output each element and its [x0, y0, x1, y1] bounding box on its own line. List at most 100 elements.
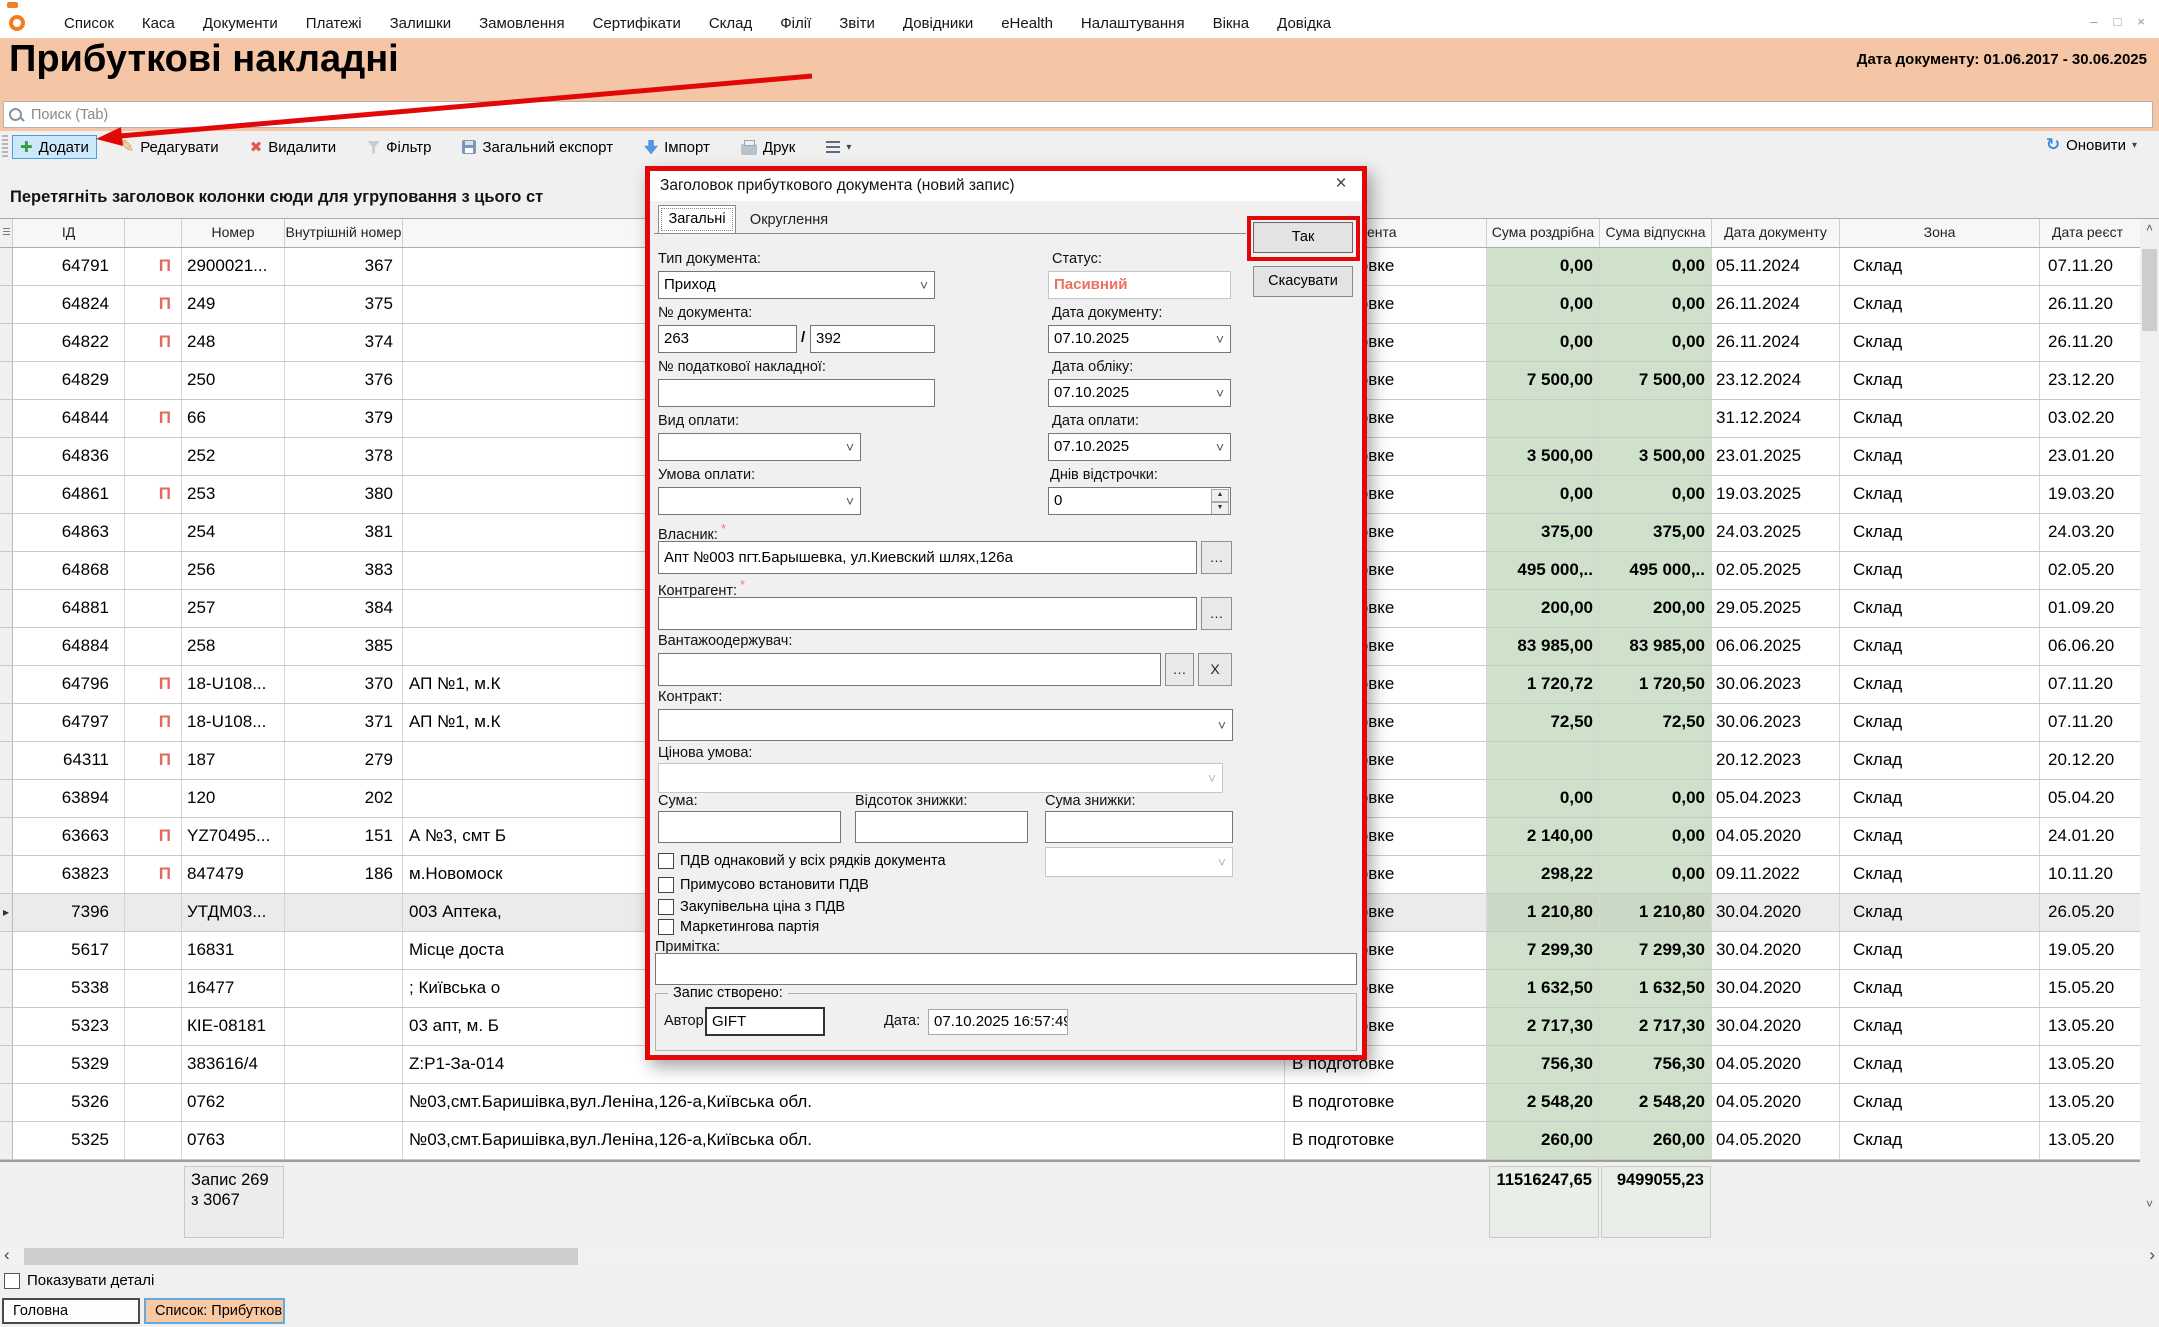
- account-date-select[interactable]: 07.10.2025˅: [1048, 379, 1231, 407]
- toolbar-button-Додати[interactable]: Додати: [12, 135, 97, 159]
- pay-kind-select[interactable]: ˅: [658, 433, 861, 461]
- refresh-button[interactable]: Оновити ▾: [2046, 135, 2137, 155]
- tab-separator: [654, 233, 1246, 234]
- chevron-down-icon[interactable]: ▾: [2132, 140, 2137, 151]
- search-input[interactable]: Поиск (Tab): [3, 101, 2153, 128]
- contract-select[interactable]: ˅: [658, 709, 1233, 741]
- cancel-button[interactable]: Скасувати: [1253, 266, 1353, 297]
- dialog-titlebar[interactable]: Заголовок прибуткового документа (новий …: [650, 171, 1362, 201]
- discount-sum-input[interactable]: [1045, 811, 1233, 843]
- cell-retail: 2 140,00: [1487, 818, 1600, 855]
- menu-item-3[interactable]: Платежі: [306, 15, 362, 32]
- pay-date-select[interactable]: 07.10.2025˅: [1048, 433, 1231, 461]
- owner-browse-button[interactable]: …: [1201, 541, 1232, 574]
- menu-item-1[interactable]: Каса: [142, 15, 175, 32]
- minimize-button[interactable]: –: [2090, 14, 2097, 29]
- menu-item-8[interactable]: Філії: [780, 15, 811, 32]
- column-header-9[interactable]: Дата документу: [1712, 219, 1840, 247]
- vertical-scrollbar[interactable]: ˄ ˅: [2140, 219, 2159, 1243]
- doc-type-select[interactable]: Приход˅: [658, 271, 935, 299]
- vat-force-checkbox[interactable]: [658, 877, 674, 893]
- discount-percent-input[interactable]: [855, 811, 1028, 843]
- contragent-input[interactable]: [658, 597, 1197, 630]
- contragent-browse-button[interactable]: …: [1201, 597, 1232, 630]
- menu-item-12[interactable]: Налаштування: [1081, 15, 1185, 32]
- menu-item-6[interactable]: Сертифікати: [593, 15, 681, 32]
- pay-term-select[interactable]: ˅: [658, 487, 861, 515]
- show-details-checkbox[interactable]: [4, 1273, 20, 1289]
- column-header-3[interactable]: Номер: [182, 219, 285, 247]
- menu-item-14[interactable]: Довідка: [1277, 15, 1331, 32]
- spin-down-icon[interactable]: ▼: [1211, 502, 1229, 515]
- menu-item-0[interactable]: Список: [64, 15, 114, 32]
- toolbar-button-Фільтр[interactable]: Фільтр: [359, 136, 439, 159]
- marketing-checkbox[interactable]: [658, 919, 674, 935]
- toolbar-button-Друк[interactable]: Друк: [733, 136, 803, 159]
- account-date-label: Дата обліку:: [1052, 359, 1133, 375]
- owner-input[interactable]: Апт №003 пгт.Барышевка, ул.Киевский шлях…: [658, 541, 1197, 574]
- consignee-browse-button[interactable]: …: [1165, 653, 1194, 686]
- cell-doc_date: 04.05.2020: [1712, 818, 1840, 855]
- close-icon[interactable]: ×: [1326, 173, 1356, 199]
- doc-date-select[interactable]: 07.10.2025˅: [1048, 325, 1231, 353]
- scroll-up-icon[interactable]: ˄: [2140, 221, 2159, 235]
- pencil-icon: [120, 137, 134, 157]
- table-row[interactable]: 53250763№03,смт.Баришівка,вул.Леніна,126…: [0, 1122, 2159, 1160]
- cell-release: 495 000,..: [1600, 552, 1712, 589]
- column-header-1[interactable]: ІД: [13, 219, 125, 247]
- menu-item-9[interactable]: Звіти: [839, 15, 875, 32]
- menu-item-11[interactable]: eHealth: [1001, 15, 1053, 32]
- tab-general[interactable]: Загальні: [658, 205, 736, 234]
- restore-button[interactable]: □: [2114, 14, 2122, 29]
- close-button[interactable]: ×: [2137, 14, 2145, 29]
- tab-main[interactable]: Головна: [2, 1298, 140, 1324]
- toolbar-button-view-options[interactable]: ▾: [818, 138, 859, 156]
- author-input[interactable]: GIFT: [705, 1007, 825, 1036]
- consignee-input[interactable]: [658, 653, 1161, 686]
- toolbar-button-Видалити[interactable]: Видалити: [242, 135, 344, 159]
- vertical-scroll-thumb[interactable]: [2142, 249, 2157, 331]
- spin-up-icon[interactable]: ▲: [1211, 489, 1229, 502]
- cell-id: 5329: [13, 1046, 125, 1083]
- list-icon: [826, 141, 840, 153]
- note-input[interactable]: [655, 953, 1357, 985]
- chevron-down-icon[interactable]: ▾: [846, 142, 851, 153]
- menu-item-4[interactable]: Залишки: [390, 15, 452, 32]
- table-row[interactable]: 53260762№03,смт.Баришівка,вул.Леніна,126…: [0, 1084, 2159, 1122]
- toolbar-grip[interactable]: [2, 135, 8, 159]
- scroll-down-icon[interactable]: ˅: [2140, 1197, 2159, 1211]
- delay-days-stepper[interactable]: 0 ▲▼: [1048, 487, 1231, 515]
- column-header-10[interactable]: Зона: [1840, 219, 2040, 247]
- consignee-clear-button[interactable]: X: [1198, 653, 1232, 686]
- toolbar-button-label: Видалити: [268, 139, 336, 156]
- column-header-4[interactable]: Внутрішній номер: [285, 219, 403, 247]
- column-header-7[interactable]: Сума роздрібна: [1487, 219, 1600, 247]
- horizontal-scroll-thumb[interactable]: [24, 1248, 578, 1265]
- cell-internal: [285, 894, 403, 931]
- toolbar-button-Редагувати[interactable]: Редагувати: [112, 134, 227, 160]
- menu-item-13[interactable]: Вікна: [1213, 15, 1250, 32]
- cell-zone: Склад: [1840, 400, 2040, 437]
- sum-input[interactable]: [658, 811, 841, 843]
- cell-internal: [285, 1008, 403, 1045]
- doc-number-suffix-input[interactable]: 392: [810, 325, 935, 353]
- menu-item-7[interactable]: Склад: [709, 15, 752, 32]
- cell-doc_date: 05.11.2024: [1712, 248, 1840, 285]
- tab-list-invoices[interactable]: Список: Прибуткові ...: [144, 1298, 285, 1324]
- scroll-left-icon[interactable]: ‹: [4, 1245, 10, 1265]
- toolbar-button-Імпорт[interactable]: Імпорт: [636, 136, 718, 159]
- tab-rounding[interactable]: Округлення: [740, 208, 838, 234]
- tax-invoice-input[interactable]: [658, 379, 935, 407]
- menu-bar: Список Каса Документи Платежі Залишки Замовле…: [0, 8, 2159, 38]
- menu-item-10[interactable]: Довідники: [903, 15, 973, 32]
- doc-number-input[interactable]: 263: [658, 325, 797, 353]
- column-header-2[interactable]: [125, 219, 182, 247]
- purchase-vat-checkbox[interactable]: [658, 899, 674, 915]
- column-header-8[interactable]: Сума відпускна: [1600, 219, 1712, 247]
- toolbar-button-Загальний експорт[interactable]: Загальний експорт: [454, 136, 621, 159]
- horizontal-scrollbar[interactable]: ‹ ›: [0, 1245, 2159, 1268]
- scroll-right-icon[interactable]: ›: [2149, 1245, 2155, 1265]
- menu-item-5[interactable]: Замовлення: [479, 15, 564, 32]
- vat-same-checkbox[interactable]: [658, 853, 674, 869]
- menu-item-2[interactable]: Документи: [203, 15, 278, 32]
